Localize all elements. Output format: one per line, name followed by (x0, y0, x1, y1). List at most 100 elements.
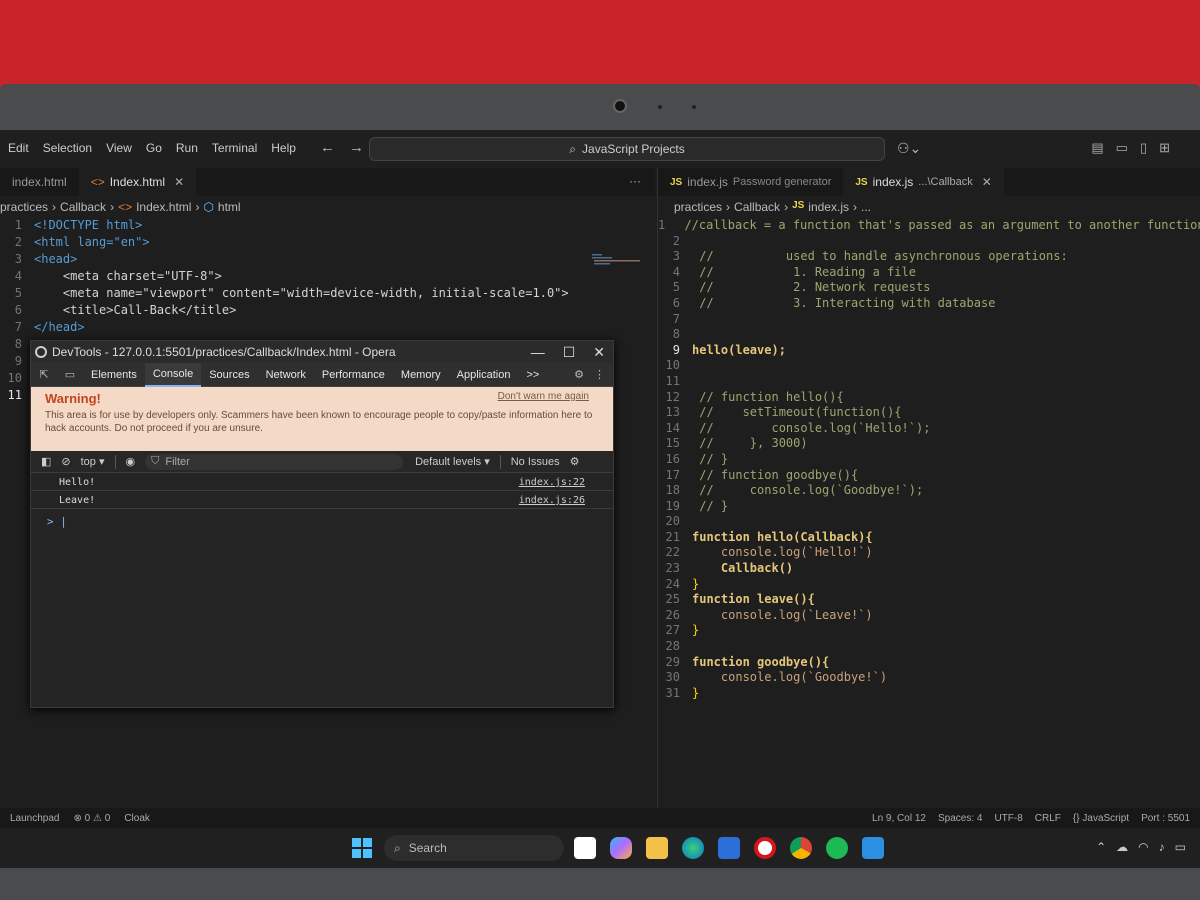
minimap[interactable] (592, 254, 642, 266)
menu-item-edit[interactable]: Edit (8, 141, 29, 155)
devtools-title-bar[interactable]: DevTools - 127.0.0.1:5501/practices/Call… (31, 341, 613, 363)
status-cursor-position[interactable]: Ln 9, Col 12 (872, 813, 926, 824)
minimize-icon[interactable]: — (531, 344, 545, 361)
sidebar-toggle-icon[interactable]: ◧ (41, 455, 51, 468)
more-actions-icon[interactable]: ··· (615, 168, 655, 196)
code-text: function hello(Callback){ (692, 529, 873, 544)
code-line: 27} (658, 623, 1200, 639)
code-text: <head> (34, 252, 78, 266)
layout-icon[interactable]: ▤ (1091, 140, 1103, 156)
breadcrumb-item[interactable]: index.js (808, 200, 849, 218)
menu-item-go[interactable]: Go (146, 141, 162, 155)
customize-layout-icon[interactable]: ⊞ (1159, 140, 1170, 156)
menu-item-view[interactable]: View (106, 141, 132, 155)
line-number: 27 (665, 623, 680, 638)
tab-console[interactable]: Console (144, 362, 202, 387)
device-toolbar-icon[interactable]: ▭ (57, 368, 83, 381)
taskbar-search[interactable]: ⌕ Search (384, 835, 564, 861)
spotify-icon[interactable] (826, 837, 848, 859)
status-encoding[interactable]: UTF-8 (994, 813, 1022, 824)
filter-input[interactable]: ⛉ Filter (145, 453, 404, 470)
close-icon[interactable]: ✕ (593, 344, 605, 361)
menu-item-terminal[interactable]: Terminal (212, 141, 257, 155)
dont-warn-link[interactable]: Don't warn me again (498, 391, 589, 402)
line-number: 15 (665, 436, 680, 451)
store-icon[interactable] (718, 837, 740, 859)
status-indentation[interactable]: Spaces: 4 (938, 813, 982, 824)
line-number: 7 (672, 311, 680, 326)
devtools-tab-bar: ⇱ ▭ Elements Console Sources Network Per… (31, 362, 613, 387)
log-source-link[interactable]: index.js:22 (519, 477, 585, 490)
line-number: 28 (665, 639, 680, 654)
tab-index-js-password[interactable]: JS index.js Password generator (658, 168, 843, 196)
status-eol[interactable]: CRLF (1035, 813, 1061, 824)
toggle-panel-icon[interactable]: ▭ (1116, 140, 1128, 156)
line-number: 9 (672, 342, 680, 357)
kebab-menu-icon[interactable]: ⋮ (594, 368, 605, 381)
file-explorer-icon[interactable] (646, 837, 668, 859)
copilot-icon[interactable]: ⚇⌄ (897, 140, 921, 157)
right-code-area[interactable]: 1 //callback = a function that's passed … (658, 218, 1200, 701)
status-cloak[interactable]: Cloak (124, 813, 150, 824)
breadcrumb-item[interactable]: practices (674, 200, 722, 218)
console-settings-gear-icon[interactable]: ⚙ (570, 455, 580, 468)
command-center-search[interactable]: ⌕ JavaScript Projects (369, 137, 885, 161)
toggle-sidebar-icon[interactable]: ▯ (1140, 140, 1147, 156)
cloud-icon[interactable]: ☁ (1116, 840, 1128, 854)
windows-start-icon[interactable] (352, 838, 372, 858)
issues-button[interactable]: No Issues (511, 456, 560, 468)
status-live-server-port[interactable]: Port : 5501 (1141, 813, 1190, 824)
status-launchpad[interactable]: Launchpad (10, 813, 60, 824)
code-line: 8 (658, 327, 1200, 343)
forward-arrow-icon[interactable]: → (349, 139, 364, 156)
tab-elements[interactable]: Elements (83, 364, 145, 386)
breadcrumb-item[interactable]: practices (0, 200, 48, 218)
breadcrumb-item[interactable]: html (218, 200, 241, 218)
breadcrumb-item[interactable]: Index.html (136, 200, 191, 218)
tab-index-html-active[interactable]: <> Index.html ✕ (78, 168, 197, 196)
line-number: 22 (665, 545, 680, 560)
live-expression-eye-icon[interactable]: ◉ (126, 455, 136, 468)
breadcrumb-item[interactable]: Callback (734, 200, 780, 218)
edge-icon[interactable] (682, 837, 704, 859)
settings-gear-icon[interactable]: ⚙ (574, 368, 584, 381)
volume-icon[interactable]: ♪ (1159, 840, 1165, 854)
tab-network[interactable]: Network (258, 364, 314, 386)
back-arrow-icon[interactable]: ← (320, 139, 335, 156)
tab-index-html[interactable]: index.html (0, 168, 79, 196)
copilot-icon[interactable] (610, 837, 632, 859)
tab-application[interactable]: Application (449, 364, 519, 386)
opera-icon[interactable] (754, 837, 776, 859)
chrome-icon[interactable] (790, 837, 812, 859)
battery-icon[interactable]: ▭ (1175, 840, 1186, 854)
code-line: 18 // console.log(`Goodbye!`); (658, 483, 1200, 499)
code-text: // 1. Reading a file (692, 264, 916, 279)
maximize-icon[interactable]: ☐ (563, 344, 576, 361)
filter-placeholder: Filter (165, 455, 190, 468)
status-language[interactable]: {} JavaScript (1073, 813, 1129, 824)
log-source-link[interactable]: index.js:26 (519, 495, 585, 508)
chevron-up-icon[interactable]: ⌃ (1096, 840, 1106, 854)
console-prompt[interactable]: > | (31, 509, 613, 528)
wifi-icon[interactable]: ◠ (1138, 840, 1148, 854)
context-select[interactable]: top ▾ (81, 455, 105, 468)
close-icon[interactable]: ✕ (174, 175, 184, 189)
breadcrumb-item[interactable]: Callback (60, 200, 106, 218)
breadcrumb-item[interactable]: ... (861, 200, 871, 218)
vscode-icon[interactable] (862, 837, 884, 859)
close-icon[interactable]: ✕ (982, 175, 992, 189)
clear-console-icon[interactable]: ⊘ (61, 455, 70, 468)
menu-item-selection[interactable]: Selection (43, 141, 92, 155)
tab-memory[interactable]: Memory (393, 364, 449, 386)
menu-item-run[interactable]: Run (176, 141, 198, 155)
tab-sources[interactable]: Sources (201, 364, 257, 386)
more-tabs-button[interactable]: >> (518, 364, 547, 386)
tab-performance[interactable]: Performance (314, 364, 393, 386)
task-view-icon[interactable] (574, 837, 596, 859)
tab-index-js-callback[interactable]: JS index.js ...\Callback ✕ (843, 168, 1004, 196)
code-text: } (692, 685, 700, 700)
log-levels-dropdown[interactable]: Default levels ▾ (415, 455, 490, 468)
status-problems[interactable]: ⊗ 0 ⚠ 0 (74, 813, 111, 824)
inspect-element-icon[interactable]: ⇱ (31, 368, 57, 381)
menu-item-help[interactable]: Help (271, 141, 296, 155)
